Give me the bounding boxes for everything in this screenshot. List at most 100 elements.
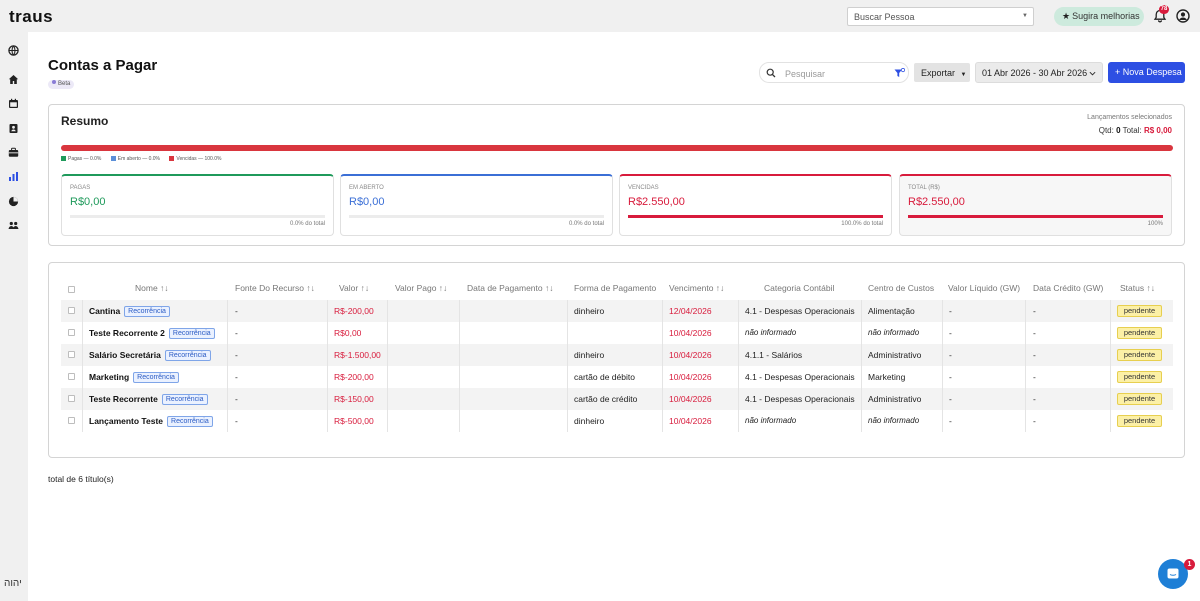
app-logo[interactable]: traus [9,7,53,27]
row-valor: R$-500,00 [334,410,374,432]
recurrence-tag: Recorrência [168,328,215,339]
row-name[interactable]: Salário Secretária Recorrência [89,344,211,366]
row-name[interactable]: Teste Recorrente 2 Recorrência [89,322,215,344]
row-data-credito-text: - [1033,350,1036,360]
contacts-icon[interactable] [8,123,19,134]
sidebar: יהוה [0,32,28,601]
row-valor: R$0,00 [334,322,361,344]
row-centro-custos-text: Administrativo [868,350,922,360]
row-valor-liquido: - [949,300,952,322]
card-progress-fill [908,215,1163,218]
row-vencimento-text: 10/04/2026 [669,394,712,404]
status-badge: pendente [1117,349,1162,361]
column-divider [738,300,739,322]
status-badge: pendente [1117,415,1162,427]
export-button[interactable]: Exportar ▼ [914,63,970,82]
column-header-status[interactable]: Status ↑↓ [1120,283,1155,293]
person-search-select[interactable]: Buscar Pessoa ▼ [847,7,1034,26]
row-fonte-text: - [235,394,238,404]
row-valor-liquido: - [949,388,952,410]
select-all-checkbox[interactable] [68,286,75,293]
row-valor: R$-200,00 [334,300,374,322]
card-percent: 100% [1147,221,1163,227]
column-header-data-pagamento[interactable]: Data de Pagamento ↑↓ [467,283,553,293]
row-checkbox[interactable] [68,395,75,402]
row-name[interactable]: Cantina Recorrência [89,300,170,322]
column-divider [227,366,228,388]
column-header-valor[interactable]: Valor ↑↓ [339,283,369,293]
row-checkbox[interactable] [68,307,75,314]
row-valor: R$-150,00 [334,388,374,410]
user-account-icon[interactable] [1176,9,1190,23]
table-row[interactable]: Cantina Recorrência - R$-200,00 dinheiro 12/0… [61,300,1173,322]
row-categoria-text: 4.1.1 - Salários [745,350,803,360]
home-icon[interactable] [8,74,19,85]
team-icon[interactable] [8,220,19,231]
column-divider [227,388,228,410]
column-header-nome[interactable]: Nome ↑↓ [135,283,169,293]
row-valor-text: R$-200,00 [334,372,374,382]
row-checkbox[interactable] [68,417,75,424]
pie-chart-icon[interactable] [8,196,19,207]
table-row[interactable]: Teste Recorrente Recorrência - R$-150,00 car… [61,388,1173,410]
row-checkbox[interactable] [68,373,75,380]
row-forma-pagamento: dinheiro [574,410,604,432]
column-divider [738,322,739,344]
column-divider [861,300,862,322]
column-divider [942,366,943,388]
card-value: R$2.550,00 [628,196,685,208]
status-badge: pendente [1117,371,1162,383]
row-forma-pagamento-text: dinheiro [574,306,605,316]
row-vencimento: 10/04/2026 [669,410,712,432]
bar-chart-icon[interactable] [8,171,19,182]
row-centro-custos: não informado [868,410,919,432]
row-centro-custos-text: não informado [868,328,920,337]
total-count-text: total de 6 título(s) [48,474,114,484]
column-divider [662,322,663,344]
legend-label: Pagas — 0.0% [68,156,102,162]
table-row[interactable]: Lançamento Teste Recorrência - R$-500,00 din… [61,410,1173,432]
calendar-icon[interactable] [8,98,19,109]
card-progress-track [349,215,604,218]
row-name[interactable]: Marketing Recorrência [89,366,179,388]
globe-icon[interactable] [8,45,19,56]
row-valor-text: R$-500,00 [334,416,374,426]
card-percent: 0.0% do total [568,221,604,227]
table-row[interactable]: Teste Recorrente 2 Recorrência - R$0,00 10/0… [61,322,1173,344]
filter-icon[interactable] [894,68,905,79]
row-categoria: não informado [745,322,796,344]
column-divider [861,388,862,410]
search-input[interactable]: Pesquisar [759,62,909,83]
row-vencimento: 10/04/2026 [669,366,712,388]
briefcase-icon[interactable] [8,147,19,158]
table-row[interactable]: Salário Secretária Recorrência - R$-1.500,0… [61,344,1173,366]
chevron-down-icon [1089,71,1096,76]
page-title: Contas a Pagar [48,57,158,74]
column-header-fonte[interactable]: Fonte Do Recurso ↑↓ [235,283,315,293]
new-expense-button[interactable]: + Nova Despesa [1108,62,1185,83]
column-divider [861,410,862,432]
table-row[interactable]: Marketing Recorrência - R$-200,00 cartão de … [61,366,1173,388]
row-vencimento: 10/04/2026 [669,344,712,366]
row-fonte-text: - [235,328,238,338]
column-header-forma-pagamento: Forma de Pagamento [574,283,657,293]
row-checkbox[interactable] [68,329,75,336]
suggest-improvements-button[interactable]: ★ Sugira melhorias [1054,7,1144,26]
column-header-valor-pago[interactable]: Valor Pago ↑↓ [395,283,447,293]
card-percent: 0.0% do total [289,221,325,227]
row-name[interactable]: Teste Recorrente Recorrência [89,388,208,410]
row-data-credito-text: - [1033,416,1036,426]
date-range-picker[interactable]: 01 Abr 2026 - 30 Abr 2026 [975,62,1103,83]
row-name-text: Cantina [89,306,121,316]
row-checkbox[interactable] [68,351,75,358]
column-divider [567,410,568,432]
status-badge: pendente [1117,327,1162,339]
card-label: PAGAS [70,185,91,191]
summary-panel: Resumo Lançamentos selecionados Qtd: 0 T… [48,104,1185,246]
row-valor-text: R$-1.500,00 [334,350,381,360]
row-name[interactable]: Lançamento Teste Recorrência [89,410,213,432]
column-header-vencimento[interactable]: Vencimento ↑↓ [669,283,724,293]
column-divider [567,388,568,410]
column-divider [327,322,328,344]
row-centro-custos: Administrativo [868,388,921,410]
